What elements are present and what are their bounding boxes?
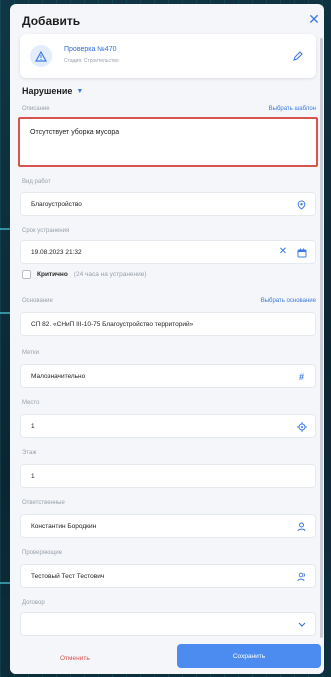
scrollbar[interactable] bbox=[320, 38, 323, 638]
contract-label: Договор bbox=[22, 600, 45, 606]
choose-basis-link[interactable]: Выбрать основание bbox=[261, 298, 316, 304]
tags-label: Метки bbox=[22, 350, 39, 356]
work-type-select[interactable]: Благоустройство bbox=[20, 192, 316, 216]
violation-section-toggle[interactable]: Нарушение ▼ bbox=[22, 86, 83, 96]
contract-select[interactable] bbox=[20, 612, 316, 636]
deadline-value: 19.08.2023 21:32 bbox=[31, 248, 82, 256]
tags-value: Малозначительно bbox=[31, 372, 86, 380]
floor-input[interactable]: 1 bbox=[20, 464, 316, 488]
responsible-select[interactable]: Константин Бородкин bbox=[20, 514, 316, 538]
target-icon bbox=[296, 421, 307, 432]
critical-hint: (24 часа на устранение) bbox=[73, 271, 147, 278]
floor-value: 1 bbox=[31, 472, 35, 480]
close-icon[interactable]: ✕ bbox=[307, 12, 321, 26]
inspection-stage: Стадия: Строительство bbox=[64, 58, 119, 64]
deadline-label: Срок устранения bbox=[22, 228, 70, 234]
pencil-icon[interactable] bbox=[292, 49, 304, 61]
warning-icon bbox=[30, 45, 52, 67]
hash-icon: # bbox=[298, 371, 304, 382]
place-label: Место bbox=[22, 400, 40, 406]
users-icon bbox=[296, 571, 307, 582]
section-title: Нарушение bbox=[22, 86, 73, 96]
basis-select[interactable]: СП 82. «СНиП III-10-75 Благоустройство т… bbox=[20, 312, 316, 336]
place-value: 1 bbox=[31, 422, 35, 430]
user-icon bbox=[296, 521, 307, 532]
map-pin-icon bbox=[296, 199, 307, 210]
save-button[interactable]: Сохранить bbox=[177, 644, 321, 668]
inspection-card[interactable]: Проверка №470 Стадия: Строительство bbox=[20, 34, 316, 78]
responsible-value: Константин Бородкин bbox=[31, 522, 97, 530]
work-type-value: Благоустройство bbox=[31, 200, 82, 208]
basis-value: СП 82. «СНиП III-10-75 Благоустройство т… bbox=[31, 320, 194, 328]
description-textarea[interactable]: Отсутствует уборка мусора bbox=[18, 117, 318, 167]
work-type-label: Вид работ bbox=[22, 179, 51, 185]
panel-footer: Отменить Сохранить bbox=[10, 640, 324, 674]
inspectors-value: Тестовый Тест Тестович bbox=[31, 572, 105, 580]
calendar-icon[interactable] bbox=[296, 247, 307, 258]
basis-label: Основание bbox=[22, 298, 53, 304]
clear-icon[interactable]: ✕ bbox=[277, 246, 289, 258]
panel-title: Добавить bbox=[22, 14, 81, 28]
tags-select[interactable]: Малозначительно # bbox=[20, 364, 316, 388]
chevron-down-icon: ▼ bbox=[76, 87, 84, 95]
floor-label: Этаж bbox=[22, 450, 37, 456]
place-select[interactable]: 1 bbox=[20, 414, 316, 438]
inspectors-select[interactable]: Тестовый Тест Тестович bbox=[20, 564, 316, 588]
inspection-title: Проверка №470 bbox=[64, 46, 117, 53]
cancel-button[interactable]: Отменить bbox=[60, 655, 90, 662]
critical-label: Критично bbox=[37, 271, 68, 278]
deadline-input[interactable]: 19.08.2023 21:32 ✕ bbox=[20, 240, 316, 264]
responsible-label: Ответственные bbox=[22, 500, 65, 506]
critical-checkbox[interactable] bbox=[22, 270, 31, 279]
add-violation-panel: Добавить ✕ Проверка №470 Стадия: Строите… bbox=[10, 4, 324, 674]
chevron-down-icon bbox=[296, 619, 307, 630]
choose-template-link[interactable]: Выбрать шаблон bbox=[269, 106, 316, 112]
inspectors-label: Проверяющие bbox=[22, 550, 63, 556]
critical-checkbox-row[interactable]: Критично (24 часа на устранение) bbox=[22, 270, 147, 279]
description-label: Описание bbox=[22, 106, 50, 112]
